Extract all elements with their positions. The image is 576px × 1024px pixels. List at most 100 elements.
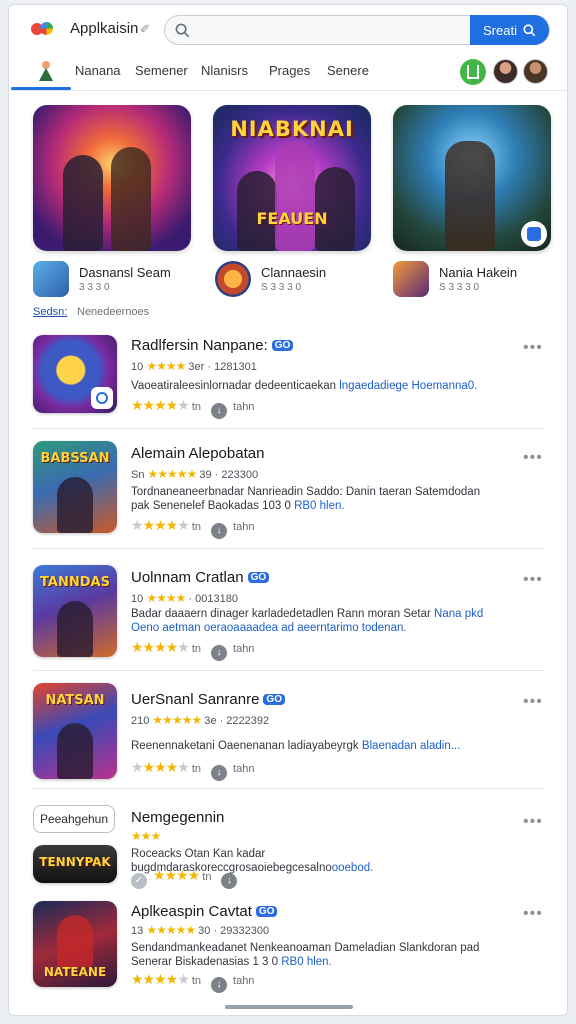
verified-badge-icon [91,387,113,409]
app-thumbnail [33,335,117,413]
app-title: Radlfersin Nanpane: GO [131,337,294,354]
tab-prages[interactable]: Prages [269,63,310,78]
rating-stars: ★★★★★ [131,397,190,413]
featured-sub: S 3 3 3 0 [261,282,302,293]
list-item[interactable]: BABSSAN Alemain Alepobatan Sn ★★★★★ 39 ·… [9,429,567,549]
go-badge: GO [247,572,270,583]
upload-button[interactable] [460,59,486,85]
go-badge: GO [263,694,285,705]
home-icon[interactable] [36,59,56,83]
home-indicator[interactable] [225,1005,353,1009]
list-item[interactable]: Radlfersin Nanpane: GO 10 ★★★★ 3er · 1281… [9,323,567,429]
featured-meta-1[interactable]: Dasnansl Seam 3 3 3 0 [33,261,203,301]
app-thumbnail: TENNYPAK [33,845,117,883]
rating-stars: ★★★★ [153,867,200,883]
tab-senere[interactable]: Senere [327,63,369,78]
more-options-icon[interactable]: ••• [523,449,543,467]
app-stats: 10 ★★★★ · 0013180 [131,591,238,605]
more-options-icon[interactable]: ••• [523,813,543,831]
tab-nlanisrs[interactable]: Nlanisrs [201,63,248,78]
featured-meta-3[interactable]: Nania Hakein S 3 3 3 0 [393,261,563,301]
download-icon[interactable]: ↓ [211,977,228,993]
app-rating-row: ★★★★★ tn ↓ tahn [131,397,254,419]
verified-badge-icon [521,221,547,247]
app-description: Reenennaketani Oaenenanan ladiayabeyrgk … [131,740,461,752]
search-input[interactable] [197,20,467,40]
search-button[interactable]: Sreati [470,15,549,45]
download-icon[interactable]: ↓ [221,873,238,889]
app-description: Badar daaaern dinager karladedetadlen Ra… [131,608,484,634]
app-description: Vaoeatiraleesinlornadar dedeenticaekan l… [131,380,478,392]
featured-meta-2[interactable]: Clannaesin S 3 3 3 0 [215,261,385,301]
more-options-icon[interactable]: ••• [523,571,543,589]
pin-icon[interactable]: ✐ [140,22,150,36]
app-thumbnail: BABSSAN [33,441,117,533]
app-title: UerSnanl Sanranre GO [131,691,285,708]
list-item[interactable]: TANNDAS Uolnnam Cratlan GO 10 ★★★★ · 0013… [9,549,567,671]
search-button-label: Sreati [483,22,517,38]
avatar[interactable] [493,59,518,84]
featured-card-1[interactable] [33,105,191,251]
app-window: Applkaisin ✐ Sreati Nanana Semener Nlani… [8,4,568,1016]
featured-art-title: NIABKNAI [230,117,354,141]
app-thumbnail: TANNDAS [33,565,117,657]
app-rating-row: ★★★★★ tn ↓ tahn [131,759,254,781]
app-rating-row: ✓ ★★★★ tn ↓ [131,867,243,889]
thumbnail-title: TENNYPAK [39,855,111,869]
featured-card-3[interactable] [393,105,551,251]
see-all-link[interactable]: Sedsn: [33,306,67,318]
more-options-icon[interactable]: ••• [523,693,543,711]
featured-sub: S 3 3 3 0 [439,282,480,293]
chip-button[interactable]: Peeahgehun [33,805,115,833]
top-bar: Applkaisin ✐ Sreati [9,5,567,53]
app-stats: Sn ★★★★★ 39 · 223300 [131,467,259,481]
app-title: Aplkeaspin Cavtat GO [131,903,278,920]
app-stats: 210 ★★★★★ 3e · 2222392 [131,713,270,727]
more-options-icon[interactable]: ••• [523,339,543,357]
search-icon [175,23,190,38]
thumbnail-title: TANNDAS [40,575,110,590]
app-rating-row: ★★★★★ tn ↓ tahn [131,639,254,661]
app-rating-row: ★★★★★ tn ↓ tahn [131,971,254,993]
thumbnail-title: BABSSAN [40,451,110,466]
list-item[interactable]: NATEANE Aplkeaspin Cavtat GO 13 ★★★★★ 30 … [9,895,567,1001]
more-options-icon[interactable]: ••• [523,905,543,923]
app-thumbnail: NATEANE [33,901,117,987]
featured-card-2[interactable]: NIABKNAI FEAUEN [213,105,371,251]
see-all-text: Nenedeernoes [77,306,150,318]
rating-stars: ★★★★★ [131,517,190,533]
app-logo-icon[interactable] [31,20,61,38]
app-stats: ★★★ [131,829,161,843]
list-item[interactable]: Peeahgehun TENNYPAK Nemgegennin ★★★ Roce… [9,789,567,895]
featured-name: Clannaesin [261,265,327,280]
active-tab-indicator [11,87,71,90]
tab-nanana[interactable]: Nanana [75,63,121,78]
download-icon[interactable]: ↓ [211,765,228,781]
app-description: Sendandmankeadanet Nenkeanoaman Dameladi… [131,942,480,968]
nav-bar: Nanana Semener Nlanisrs Prages Senere [9,53,567,91]
thumbnail-title: NATSAN [45,693,105,708]
search-icon [523,23,536,36]
rating-stars: ★★★★★ [131,639,190,655]
download-icon[interactable]: ↓ [211,645,228,661]
app-title: Alemain Alepobatan [131,445,265,462]
rating-stars: ★★★★★ [131,759,190,775]
app-title: Applkaisin [70,20,139,37]
list-item[interactable]: NATSAN UerSnanl Sanranre GO 210 ★★★★★ 3e … [9,671,567,789]
go-badge: GO [271,340,294,351]
upload-icon [467,65,479,79]
app-title: Uolnnam Cratlan GO [131,569,270,586]
tab-semener[interactable]: Semener [135,63,188,78]
rating-stars: ★★★★★ [131,971,190,987]
featured-art-subtitle: FEAUEN [256,209,328,228]
app-stats: 13 ★★★★★ 30 · 29332300 [131,923,270,937]
featured-sub: 3 3 3 0 [79,282,110,293]
app-rating-row: ★★★★★ tn ↓ tahn [131,517,254,539]
app-description: Tordnaneaneerbnadar Nanrieadin Saddo: Da… [131,486,481,512]
download-icon[interactable]: ↓ [211,523,228,539]
download-icon[interactable]: ↓ [211,403,228,419]
avatar[interactable] [523,59,548,84]
app-thumbnail: NATSAN [33,683,117,779]
app-icon [33,261,69,297]
app-stats: 10 ★★★★ 3er · 1281301 [131,359,257,373]
